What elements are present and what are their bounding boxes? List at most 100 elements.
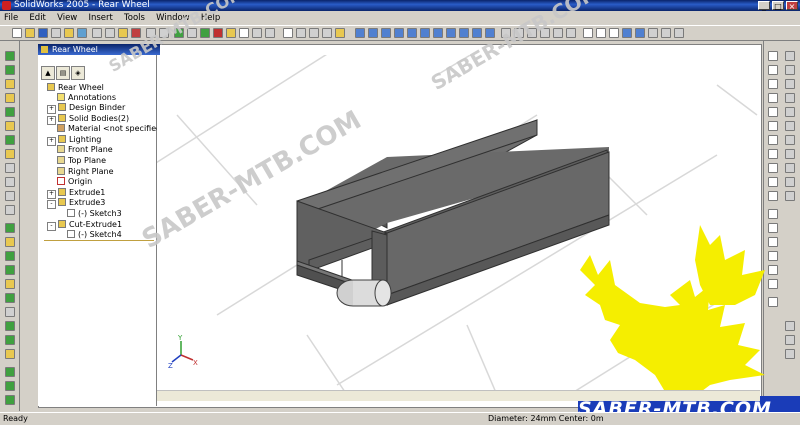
dome-icon[interactable] — [5, 205, 15, 215]
tree-root[interactable]: Rear Wheel — [47, 83, 104, 93]
menu-tools[interactable]: Tools — [120, 11, 149, 25]
scale-icon[interactable] — [5, 279, 15, 289]
shadows-icon[interactable] — [648, 28, 658, 38]
tool-icon[interactable] — [322, 28, 332, 38]
offset-icon[interactable] — [785, 65, 795, 75]
tab-property-manager[interactable]: ▤ — [56, 66, 70, 80]
draft-icon[interactable] — [5, 177, 15, 187]
print-icon[interactable] — [51, 28, 61, 38]
collapse-icon[interactable]: - — [47, 200, 56, 209]
copy-icon[interactable] — [105, 28, 115, 38]
normal-to-icon[interactable] — [472, 28, 482, 38]
tree-item-top-plane[interactable]: Top Plane — [57, 156, 106, 166]
repair-sketch-icon[interactable] — [785, 349, 795, 359]
sketch-edit-icon[interactable] — [768, 65, 778, 75]
save-icon[interactable] — [38, 28, 48, 38]
rebuild-icon[interactable] — [64, 28, 74, 38]
mirror-icon[interactable] — [5, 237, 15, 247]
menu-edit[interactable]: Edit — [25, 11, 49, 25]
axis-icon[interactable] — [5, 265, 15, 275]
rollback-bar[interactable] — [44, 240, 154, 241]
split-icon[interactable] — [5, 293, 15, 303]
paste-icon[interactable] — [118, 28, 128, 38]
expand-icon[interactable]: + — [47, 105, 56, 114]
view-isometric-icon[interactable] — [433, 28, 443, 38]
display-relations-icon[interactable] — [785, 335, 795, 345]
pattern-icon[interactable] — [5, 223, 15, 233]
delete-icon[interactable] — [131, 28, 141, 38]
sketch-icon[interactable] — [213, 28, 223, 38]
construction-icon[interactable] — [785, 163, 795, 173]
view-right-icon[interactable] — [394, 28, 404, 38]
hidden-lines-removed-icon[interactable] — [609, 28, 619, 38]
tree-item-extrude1[interactable]: + Extrude1 — [47, 188, 105, 199]
view-left-icon[interactable] — [381, 28, 391, 38]
circle-icon[interactable] — [768, 163, 778, 173]
menu-view[interactable]: View — [53, 11, 81, 25]
split-entity-icon[interactable] — [785, 149, 795, 159]
hidden-lines-visible-icon[interactable] — [596, 28, 606, 38]
perspective-icon[interactable] — [674, 28, 684, 38]
help-icon[interactable] — [252, 28, 262, 38]
tree-item-sketch3[interactable]: (-) Sketch3 — [67, 209, 122, 219]
close-button[interactable]: × — [786, 1, 798, 11]
view-dimetric-icon[interactable] — [459, 28, 469, 38]
pointer-icon[interactable] — [283, 28, 293, 38]
sweep-icon[interactable] — [5, 79, 15, 89]
expand-icon[interactable]: + — [47, 116, 56, 125]
section-view-icon[interactable] — [661, 28, 671, 38]
grid-side-icon[interactable] — [785, 51, 795, 61]
tree-item-material[interactable]: Material <not specified> — [57, 124, 168, 134]
tree-item-front-plane[interactable]: Front Plane — [57, 145, 113, 155]
arc-icon[interactable] — [768, 191, 778, 201]
tree-item-annotations[interactable]: Annotations — [57, 93, 116, 103]
deform-icon[interactable] — [5, 367, 15, 377]
horizontal-scrollbar[interactable] — [157, 390, 760, 401]
polygon-icon[interactable] — [768, 149, 778, 159]
line-icon[interactable] — [768, 107, 778, 117]
tree-item-design-binder[interactable]: + Design Binder — [47, 103, 125, 114]
wrap-icon[interactable] — [5, 395, 15, 405]
smart-dimension-icon[interactable] — [226, 28, 236, 38]
new-document-icon[interactable] — [12, 28, 22, 38]
rectangle-icon[interactable] — [768, 121, 778, 131]
view-top-icon[interactable] — [407, 28, 417, 38]
chamfer-icon[interactable] — [5, 135, 15, 145]
sheet-icon[interactable] — [296, 28, 306, 38]
menu-insert[interactable]: Insert — [84, 11, 116, 25]
indent-icon[interactable] — [5, 381, 15, 391]
open-icon[interactable] — [25, 28, 35, 38]
view-bottom-icon[interactable] — [420, 28, 430, 38]
view-trimetric-icon[interactable] — [446, 28, 456, 38]
grid-icon[interactable] — [200, 28, 210, 38]
linear-pattern-icon[interactable] — [785, 177, 795, 187]
cut-extrude-icon[interactable] — [5, 107, 15, 117]
move-icon[interactable] — [5, 335, 15, 345]
fillet-icon[interactable] — [5, 121, 15, 131]
select-arrow-icon[interactable] — [768, 51, 778, 61]
curve-icon[interactable] — [5, 307, 15, 317]
tree-item-extrude3[interactable]: - Extrude3 — [47, 198, 105, 209]
shell-icon[interactable] — [5, 163, 15, 173]
perimeter-circle-icon[interactable] — [768, 177, 778, 187]
shaded-with-edges-icon[interactable] — [622, 28, 632, 38]
convert-icon[interactable] — [785, 79, 795, 89]
options-icon[interactable] — [77, 28, 87, 38]
highlight-icon[interactable] — [335, 28, 345, 38]
3d-sketch-icon[interactable] — [768, 79, 778, 89]
tree-item-origin[interactable]: Origin — [57, 177, 92, 187]
parallelogram-icon[interactable] — [768, 135, 778, 145]
pan-icon[interactable] — [566, 28, 576, 38]
loft-icon[interactable] — [5, 93, 15, 103]
tab-configuration-manager[interactable]: ◈ — [71, 66, 85, 80]
menu-file[interactable]: File — [0, 11, 22, 25]
measure-icon[interactable] — [309, 28, 319, 38]
cut-icon[interactable] — [92, 28, 102, 38]
view-back-icon[interactable] — [368, 28, 378, 38]
fillet-sketch-icon[interactable] — [785, 107, 795, 117]
collapse-icon[interactable]: - — [47, 222, 56, 231]
tree-item-solid-bodies[interactable]: + Solid Bodies(2) — [47, 114, 129, 125]
rotate-icon[interactable] — [553, 28, 563, 38]
add-relation-icon[interactable] — [785, 321, 795, 331]
smart-dimension-side-icon[interactable] — [768, 93, 778, 103]
